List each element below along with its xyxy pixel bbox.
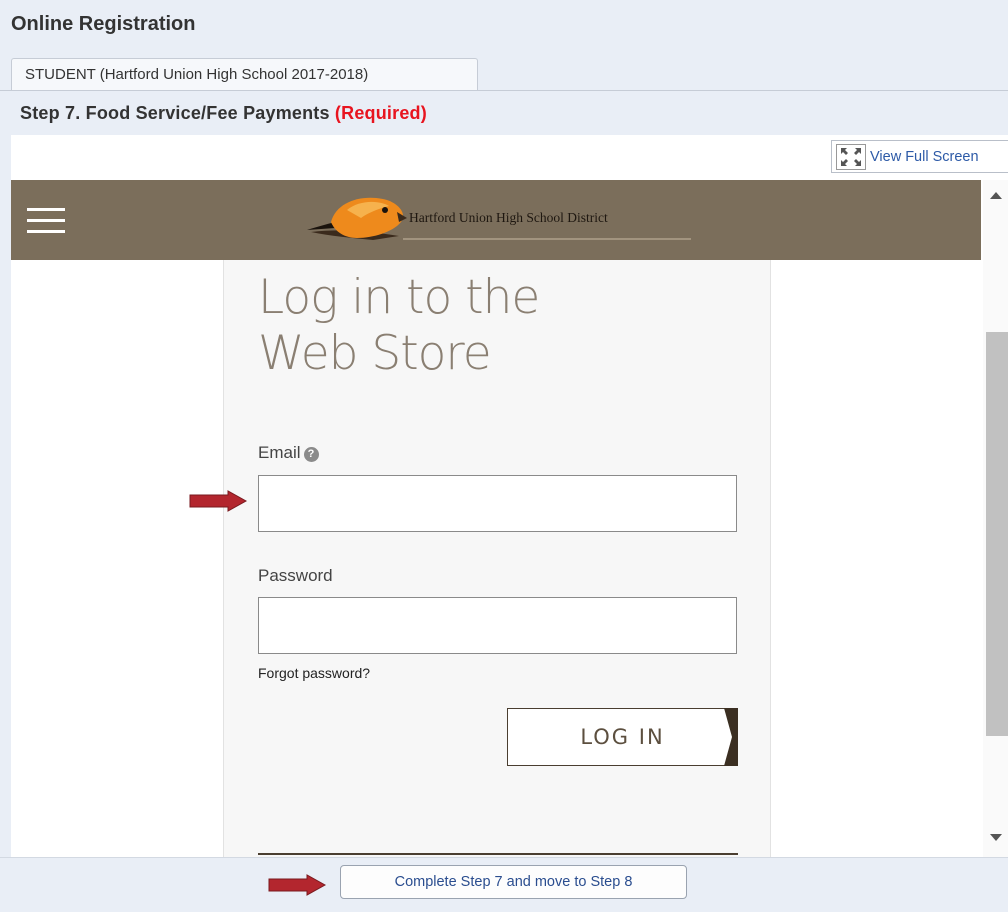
complete-step-button[interactable]: Complete Step 7 and move to Step 8 — [340, 865, 687, 899]
login-heading-line1: Log in to the — [258, 270, 540, 325]
login-button-chevron — [724, 708, 738, 766]
step-header: Step 7. Food Service/Fee Payments (Requi… — [0, 91, 1008, 135]
password-field[interactable] — [258, 597, 737, 654]
email-field[interactable] — [258, 475, 737, 532]
web-store-frame: Hartford Union High School District Log … — [11, 180, 981, 857]
step-title: Step 7. Food Service/Fee Payments — [20, 103, 330, 123]
login-panel: Log in to the Web Store Email? Password … — [223, 260, 771, 857]
password-label: Password — [258, 566, 333, 585]
app-title: Online Registration — [11, 13, 196, 35]
login-button-label: LOG IN — [580, 725, 665, 749]
view-full-screen-button[interactable]: View Full Screen — [831, 140, 1008, 173]
panel-divider — [258, 853, 738, 855]
scroll-down-icon[interactable] — [990, 834, 1002, 841]
view-full-screen-label: View Full Screen — [870, 148, 979, 165]
email-label: Email? — [258, 443, 319, 463]
school-name: Hartford Union High School District — [409, 210, 608, 225]
expand-icon — [836, 143, 866, 170]
frame-scrollbar[interactable] — [983, 180, 1008, 857]
school-logo[interactable]: Hartford Union High School District — [303, 192, 693, 248]
login-button[interactable]: LOG IN — [507, 708, 738, 766]
step-content: View Full Screen Hartford Union High Sch… — [11, 135, 1008, 857]
site-header: Hartford Union High School District — [11, 180, 981, 260]
help-icon[interactable]: ? — [303, 447, 319, 462]
footer-bar: Complete Step 7 and move to Step 8 — [0, 857, 1008, 912]
tab-student[interactable]: STUDENT (Hartford Union High School 2017… — [11, 58, 478, 91]
scroll-thumb[interactable] — [986, 332, 1008, 736]
email-label-text: Email — [258, 443, 301, 462]
login-heading-line2: Web Store — [258, 326, 492, 381]
annotation-arrow-icon — [189, 490, 248, 512]
hamburger-menu-icon[interactable] — [27, 208, 65, 233]
required-badge: (Required) — [334, 103, 427, 123]
forgot-password-link[interactable]: Forgot password? — [258, 665, 370, 681]
annotation-arrow-icon — [268, 874, 327, 896]
login-heading: Log in to the Web Store — [258, 270, 678, 382]
scroll-up-icon[interactable] — [990, 192, 1002, 199]
